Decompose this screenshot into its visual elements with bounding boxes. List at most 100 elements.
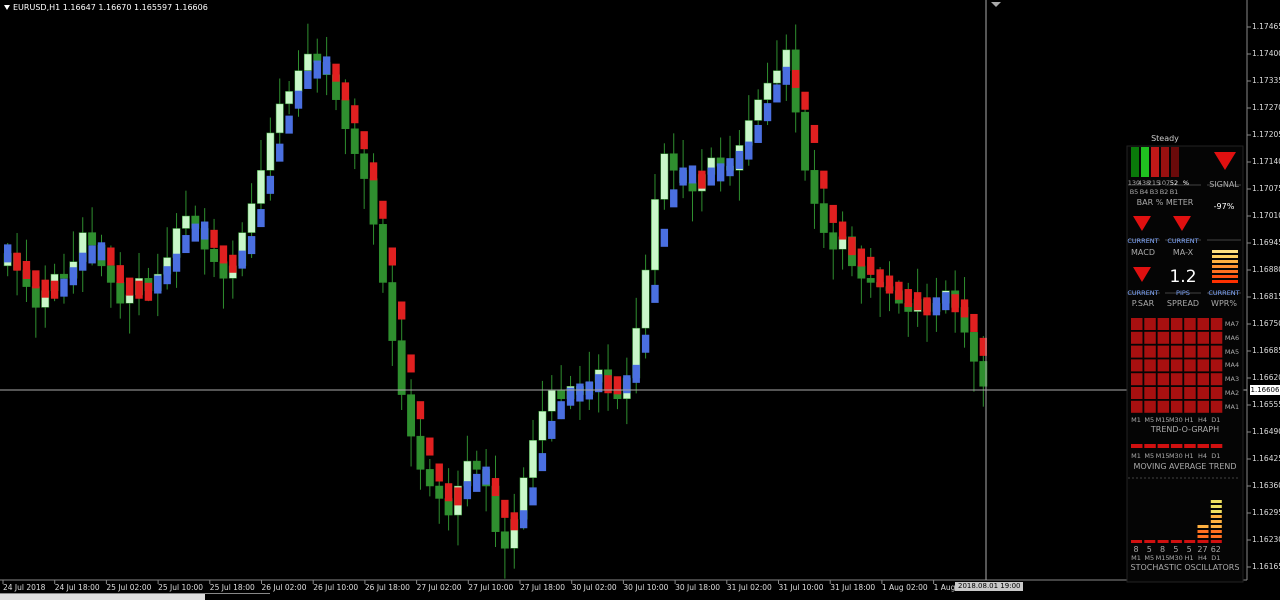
trend-o-graph-row-label: MA4 [1224, 361, 1240, 370]
trend-band-segment [529, 487, 537, 506]
candle-body [547, 390, 556, 412]
trend-band-segment [482, 466, 490, 485]
wpr-level-bar [1212, 260, 1238, 263]
price-label: 1.17205 [1252, 130, 1280, 139]
candle-body [303, 53, 312, 71]
wpr-state: CURRENT [1208, 289, 1240, 297]
trend-band-segment [810, 124, 819, 143]
trend-o-graph-cell [1144, 318, 1156, 330]
bar-meter-bar [1171, 147, 1179, 177]
candle-body [106, 265, 115, 283]
time-label: 26 Jul 18:00 [364, 583, 410, 592]
stochastic-level-bar [1184, 540, 1196, 543]
ma-trend-col-label: M15 [1155, 452, 1170, 460]
ma-trend-col-label: H1 [1184, 452, 1194, 460]
trend-o-graph-col-label: M15 [1155, 416, 1170, 424]
trend-band-segment [351, 105, 359, 124]
candle-body [266, 132, 275, 171]
stochastic-level-bar [1170, 540, 1182, 543]
trend-band-segment [519, 510, 528, 529]
trend-band-segment [820, 170, 828, 189]
candle-body [641, 269, 650, 329]
trend-o-graph-cell [1210, 387, 1223, 399]
candle-body [219, 261, 228, 279]
trend-band-segment [745, 141, 753, 160]
ma-trend-col-label: H4 [1197, 452, 1208, 460]
spread-name: SPREAD [1166, 299, 1200, 308]
trend-band-segment [857, 248, 866, 267]
trend-band-segment [792, 69, 800, 88]
ma-trend-cell [1144, 444, 1156, 448]
candle-body [819, 203, 828, 233]
trend-o-graph-row-label: MA5 [1224, 347, 1240, 356]
trend-band-segment [398, 301, 406, 320]
candle-body [557, 390, 566, 400]
trend-band-segment [960, 299, 969, 318]
candle-body [172, 228, 181, 258]
candle-body [210, 248, 219, 262]
trend-o-graph-cell [1157, 400, 1170, 413]
price-label: 1.16425 [1252, 454, 1280, 463]
trend-o-graph-cell [1157, 331, 1170, 344]
trend-o-graph-cell [1197, 359, 1209, 372]
price-label: 1.17010 [1252, 211, 1280, 220]
price-label: 1.17335 [1252, 76, 1280, 85]
trend-band-segment [210, 229, 218, 248]
candle-body [472, 460, 481, 470]
ma-trend-col-label: M30 [1168, 452, 1183, 460]
price-label: 1.17270 [1252, 103, 1280, 112]
trend-band-segment [698, 170, 706, 189]
active-chart-tab[interactable] [0, 594, 205, 600]
trend-o-graph-cell [1170, 373, 1183, 386]
trend-band-segment [716, 163, 725, 182]
trend-o-graph-cell [1157, 345, 1170, 358]
trend-o-graph-col-label: H4 [1197, 416, 1208, 424]
trend-o-graph-cell [1157, 373, 1170, 386]
trend-band-segment [154, 275, 162, 294]
candle-body [181, 215, 190, 229]
stochastic-level-bar [1144, 540, 1156, 543]
trend-o-graph-cell [1144, 359, 1156, 372]
bar-meter-pct-sign: % [1182, 179, 1190, 187]
trend-band-segment [407, 354, 415, 373]
trend-o-graph-row-label: MA6 [1224, 333, 1240, 342]
bar-meter-title: Steady [1151, 134, 1179, 143]
price-label: 1.17400 [1252, 49, 1280, 58]
trend-band-segment [219, 245, 228, 264]
candle-body [397, 340, 406, 395]
candle-body [810, 170, 819, 204]
psar-name: P.SAR [1131, 299, 1155, 308]
trend-o-graph-row-label: MA2 [1224, 389, 1240, 397]
trend-band-segment [726, 158, 734, 177]
trend-band-segment [904, 289, 912, 308]
trend-band-segment [688, 165, 697, 184]
trend-o-graph-cell [1131, 400, 1143, 413]
candle-body [257, 170, 265, 204]
stochastic-level-bar [1210, 515, 1222, 518]
stochastic-value: 5 [1173, 545, 1179, 554]
trend-band-segment [285, 115, 293, 134]
trend-band-segment [163, 266, 171, 285]
price-chart[interactable] [0, 0, 1280, 599]
trend-band-segment [735, 150, 744, 169]
trend-band-segment [763, 103, 772, 122]
trend-band-segment [332, 63, 340, 82]
trend-o-graph-row-label: MA3 [1224, 375, 1240, 384]
ma-trend-cell [1170, 444, 1183, 448]
macd-name: MACD [1131, 248, 1155, 257]
trend-o-graph-cell [1197, 318, 1209, 330]
spread-unit: PIPS [1176, 289, 1190, 297]
macd-state: CURRENT [1127, 237, 1159, 245]
trend-o-graph-cell [1131, 373, 1143, 386]
current-price-tag: 1.16606 [1250, 385, 1280, 395]
symbol-title[interactable]: EURUSD,H1 1.16647 1.16670 1.165597 1.166… [4, 3, 208, 12]
trend-band-segment [88, 245, 96, 264]
candle-body [275, 103, 284, 134]
trend-band-segment [172, 253, 181, 272]
time-label: 31 Jul 10:00 [778, 583, 824, 592]
time-label: 27 Jul 02:00 [416, 583, 462, 592]
trend-band-segment [341, 82, 350, 101]
trend-band-segment [923, 297, 931, 316]
trend-o-graph-cell [1170, 345, 1183, 358]
time-label: 27 Jul 10:00 [468, 583, 514, 592]
